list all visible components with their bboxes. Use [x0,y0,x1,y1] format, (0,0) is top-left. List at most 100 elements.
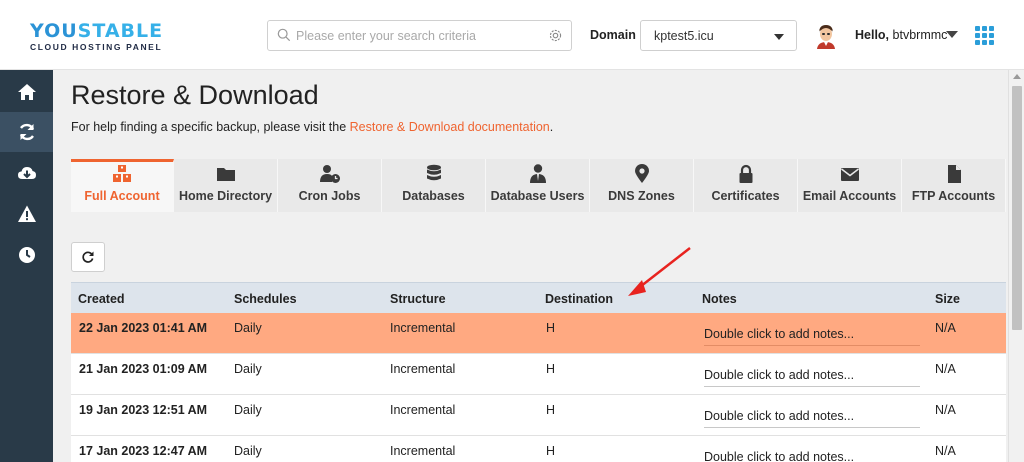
tab-email-accounts[interactable]: Email Accounts [798,159,902,212]
column-header[interactable]: Structure [390,292,446,306]
size-cell: N/A [935,362,956,376]
warning-icon [17,205,36,222]
page-scrollbar[interactable] [1008,70,1024,462]
help-suffix: . [549,120,554,134]
documentation-link[interactable]: Restore & Download documentation [350,120,550,134]
created-cell: 19 Jan 2023 12:51 AM [79,403,208,417]
boxes-icon [113,165,131,182]
created-cell: 21 Jan 2023 01:09 AM [79,362,208,376]
size-cell: N/A [935,444,956,458]
schedule-cell: Daily [234,444,262,458]
domain-select-value: kptest5.icu [654,29,714,43]
destination-cell: H [546,403,556,417]
apps-grid-icon[interactable] [975,26,994,45]
notes-field[interactable]: Double click to add notes... [704,450,920,462]
table-row[interactable]: 19 Jan 2023 12:51 AM Daily Incremental H… [71,395,1006,436]
user-tie-icon [529,164,546,183]
refresh-icon [82,251,94,263]
notes-field[interactable]: Double click to add notes... [704,327,920,346]
schedule-cell: Daily [234,321,262,335]
tab-label: Cron Jobs [298,189,361,203]
refresh-button[interactable] [71,242,105,272]
tab-certificates[interactable]: Certificates [694,159,798,212]
destination-cell: H [546,444,556,458]
logo-part2: STABLE [77,20,164,42]
tab-full-account[interactable]: Full Account [71,159,174,212]
size-cell: N/A [935,321,956,335]
sidebar-item-history[interactable] [0,235,53,275]
top-header: YOUSTABLE CLOUD HOSTING PANEL Domain kpt… [0,0,1024,70]
sidebar-item-warnings[interactable] [0,194,53,234]
lock-icon [739,164,752,183]
tab-label: DNS Zones [608,189,675,203]
refresh-icon [19,123,34,141]
table-header: Created Schedules Structure Destination … [71,282,1006,313]
greeting-text: Hello, [855,28,890,42]
column-header[interactable]: Created [78,292,125,306]
tab-databases[interactable]: Databases [382,159,486,212]
envelope-icon [840,168,859,181]
structure-cell: Incremental [390,362,456,376]
tab-ftp-accounts[interactable]: FTP Accounts [902,159,1006,212]
sidebar-item-restore[interactable] [0,112,53,152]
table-row[interactable]: 21 Jan 2023 01:09 AM Daily Incremental H… [71,354,1006,395]
logo-part1: YOU [30,20,78,42]
table-row[interactable]: 22 Jan 2023 01:41 AM Daily Incremental H… [71,313,1006,354]
structure-cell: Incremental [390,321,456,335]
scroll-up-icon[interactable] [1013,74,1021,79]
logo-tagline: CLOUD HOSTING PANEL [30,42,163,52]
domain-label: Domain [590,28,636,42]
notes-field[interactable]: Double click to add notes... [704,409,920,428]
tab-database-users[interactable]: Database Users [486,159,590,212]
clock-icon [18,247,35,263]
schedule-cell: Daily [234,403,262,417]
map-marker-icon [634,164,649,183]
column-header[interactable]: Notes [702,292,737,306]
avatar[interactable] [815,23,837,49]
column-header[interactable]: Schedules [234,292,297,306]
tab-label: FTP Accounts [911,189,996,203]
size-cell: N/A [935,403,956,417]
database-icon [426,164,441,181]
table-row[interactable]: 17 Jan 2023 12:47 AM Daily Incremental H… [71,436,1006,462]
tab-label: Database Users [490,189,585,203]
backups-table: Created Schedules Structure Destination … [71,282,1006,462]
brand-logo[interactable]: YOUSTABLE CLOUD HOSTING PANEL [30,20,170,53]
file-icon [947,165,961,183]
caret-down-icon[interactable] [946,31,958,38]
sidebar [0,70,53,462]
user-greeting[interactable]: Hello, btvbrmmc [855,28,947,42]
tab-label: Home Directory [178,189,273,203]
search-input[interactable] [296,26,536,46]
home-icon [17,84,36,100]
destination-cell: H [546,362,556,376]
sidebar-item-home[interactable] [0,72,53,112]
search-box[interactable] [267,20,572,51]
notes-field[interactable]: Double click to add notes... [704,368,920,387]
domain-select[interactable]: kptest5.icu [640,20,797,51]
user-clock-icon [319,165,340,183]
username: btvbrmmc [892,28,948,42]
help-prefix: For help finding a specific backup, plea… [71,120,350,134]
cloud-download-icon [17,167,36,179]
column-header[interactable]: Size [935,292,960,306]
scroll-thumb[interactable] [1012,86,1022,330]
tab-label: Email Accounts [802,189,897,203]
tab-home-directory[interactable]: Home Directory [174,159,278,212]
backup-type-tabs: Full Account Home Directory Cron Jobs Da… [71,159,1006,212]
sidebar-item-download[interactable] [0,153,53,193]
destination-cell: H [546,321,556,335]
structure-cell: Incremental [390,403,456,417]
tab-label: Full Account [84,189,160,203]
tab-dns-zones[interactable]: DNS Zones [590,159,694,212]
schedule-cell: Daily [234,362,262,376]
caret-down-icon [774,34,784,40]
structure-cell: Incremental [390,444,456,458]
tab-label: Databases [402,189,465,203]
gear-icon[interactable] [548,28,563,43]
folder-icon [216,168,235,181]
logo-wordmark: YOUSTABLE [30,20,170,42]
help-text: For help finding a specific backup, plea… [71,120,553,134]
tab-cron-jobs[interactable]: Cron Jobs [278,159,382,212]
column-header[interactable]: Destination [545,292,613,306]
